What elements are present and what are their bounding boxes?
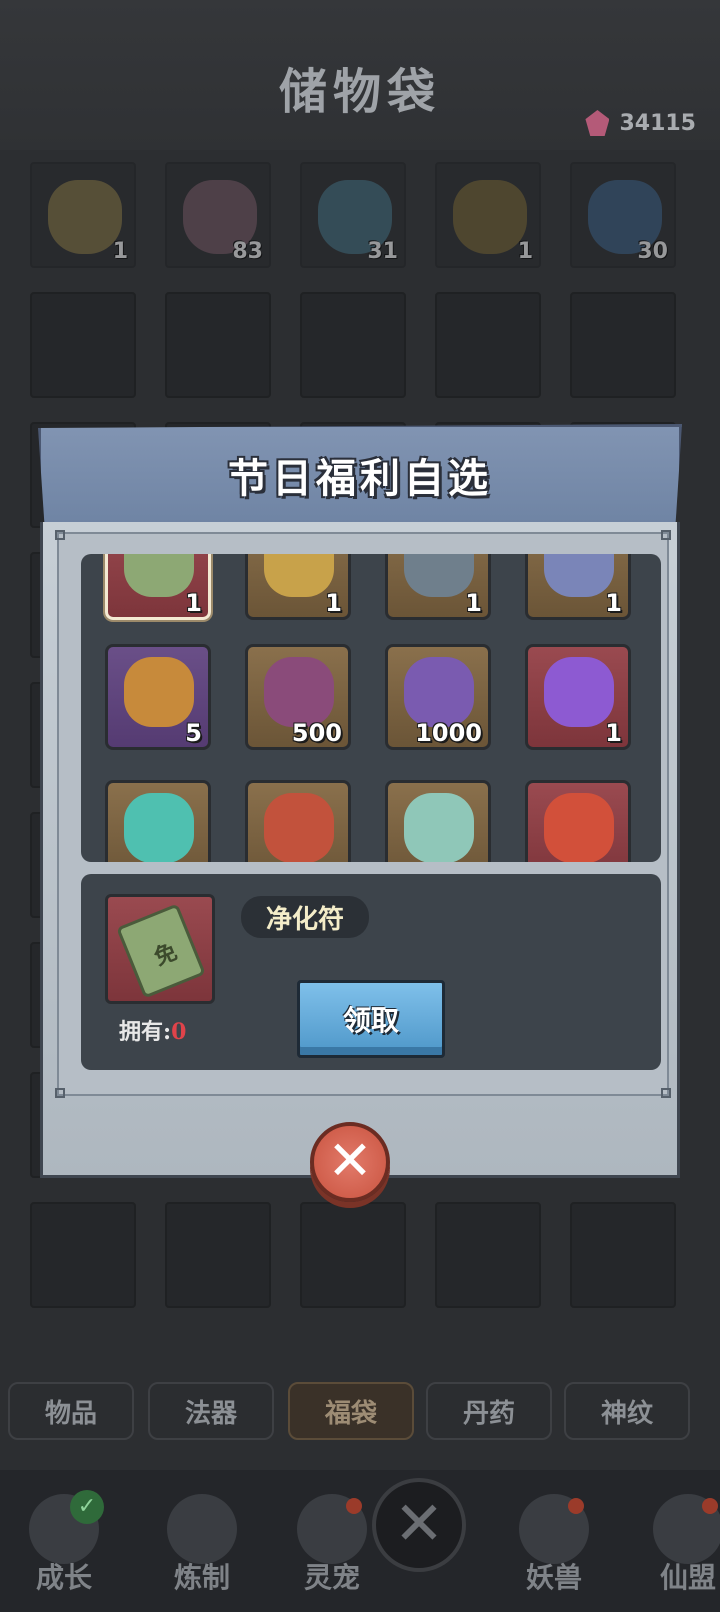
checkmark-icon: ✓ <box>70 1490 104 1524</box>
loot-bag-icon <box>124 657 194 727</box>
purify-talisman-icon <box>124 554 194 597</box>
notification-dot-icon <box>702 1498 718 1514</box>
reward-item[interactable] <box>385 780 491 862</box>
spear-icon <box>404 554 474 597</box>
reward-item[interactable]: 1000 <box>385 644 491 750</box>
reward-count: 1 <box>605 589 622 617</box>
reward-count: 500 <box>291 719 342 747</box>
bag-icon <box>453 180 527 254</box>
currency-display: 34115 <box>585 108 696 138</box>
empty-slot[interactable] <box>570 1202 676 1308</box>
category-tab[interactable]: 神纹 <box>564 1382 690 1440</box>
nav-label: 炼制 <box>173 1561 230 1594</box>
corner-ornament <box>661 1088 671 1098</box>
spirit-pill-icon <box>404 657 474 727</box>
bag-slot[interactable]: 30 <box>570 162 676 268</box>
nav-label: 仙盟 <box>659 1561 716 1594</box>
owned-label: 拥有: <box>119 1019 172 1045</box>
empty-slot[interactable] <box>300 1202 406 1308</box>
yin-yang-mirror-icon <box>264 554 334 597</box>
empty-slot[interactable] <box>165 292 271 398</box>
bottom-nav: ✕ 成长 ✓ 炼制 灵宠 妖兽 仙盟 <box>0 1470 720 1612</box>
reward-item[interactable]: 1 <box>105 554 211 620</box>
nav-item[interactable]: 灵宠 <box>282 1486 382 1606</box>
armor-icon <box>544 554 614 597</box>
bag-count: 1 <box>112 239 128 264</box>
empty-slot[interactable] <box>30 292 136 398</box>
phoenix-portrait-icon <box>544 793 614 862</box>
empty-slot[interactable] <box>30 1202 136 1308</box>
empty-slot[interactable] <box>570 292 676 398</box>
selected-item-icon: 免 <box>105 894 215 1004</box>
nav-item[interactable]: 妖兽 <box>504 1486 604 1606</box>
corner-ornament <box>661 530 671 540</box>
reward-count: 1 <box>465 589 482 617</box>
reward-count: 5 <box>185 719 202 747</box>
bag-count: 31 <box>367 239 398 264</box>
selected-item-name: 净化符 <box>241 896 369 938</box>
bag-count: 30 <box>637 239 668 264</box>
category-tabs: 物品 法器 福袋 丹药 神纹 <box>8 1382 712 1442</box>
bag-icon <box>48 180 122 254</box>
reward-item[interactable]: 5 <box>105 644 211 750</box>
bag-slot[interactable]: 83 <box>165 162 271 268</box>
nav-label: 灵宠 <box>303 1561 360 1594</box>
purple-token-icon <box>544 657 614 727</box>
empty-slot[interactable] <box>435 1202 541 1308</box>
bag-slot[interactable]: 31 <box>300 162 406 268</box>
reward-count: 1 <box>185 589 202 617</box>
nav-item[interactable]: 成长 ✓ <box>14 1486 114 1606</box>
bag-slot[interactable]: 1 <box>30 162 136 268</box>
dragon-portrait-icon <box>264 793 334 862</box>
reward-item[interactable]: 500 <box>245 644 351 750</box>
empty-slot[interactable] <box>300 292 406 398</box>
dialog-frame: 1 1 1 1 5 500 1000 1 免 拥有:0 净化符 领取 <box>55 530 671 1098</box>
reward-item[interactable] <box>245 780 351 862</box>
nav-item[interactable]: 仙盟 <box>638 1486 720 1606</box>
dialog-body: 1 1 1 1 5 500 1000 1 免 拥有:0 净化符 领取 <box>40 522 680 1178</box>
close-dialog-button[interactable]: ✕ <box>310 1122 390 1202</box>
reward-grid[interactable]: 1 1 1 1 5 500 1000 1 <box>81 554 661 862</box>
notification-dot-icon <box>568 1498 584 1514</box>
currency-value: 34115 <box>619 110 696 136</box>
category-tab[interactable]: 福袋 <box>288 1382 414 1440</box>
nav-label: 妖兽 <box>525 1561 582 1594</box>
empty-slot[interactable] <box>165 1202 271 1308</box>
reward-item[interactable]: 1 <box>525 554 631 620</box>
reward-item[interactable] <box>105 780 211 862</box>
bag-slot[interactable]: 1 <box>435 162 541 268</box>
notification-dot-icon <box>346 1498 362 1514</box>
nav-icon <box>167 1494 237 1564</box>
fairy-portrait-icon <box>404 793 474 862</box>
reward-count: 1 <box>325 589 342 617</box>
bag-count: 1 <box>517 239 533 264</box>
category-tab[interactable]: 丹药 <box>426 1382 552 1440</box>
corner-ornament <box>55 530 65 540</box>
nav-close-icon[interactable]: ✕ <box>372 1478 466 1572</box>
festival-reward-dialog: 节日福利自选 1 1 1 1 5 500 1000 1 免 拥有:0 净化符 领取 <box>38 424 682 1180</box>
owned-value: 0 <box>171 1019 187 1045</box>
category-tab[interactable]: 法器 <box>148 1382 274 1440</box>
nav-label: 成长 <box>35 1561 92 1594</box>
spirit-bag-icon <box>264 657 334 727</box>
empty-slot[interactable] <box>435 292 541 398</box>
dialog-title: 节日福利自选 <box>228 455 492 502</box>
reward-count: 1000 <box>415 719 482 747</box>
category-tab[interactable]: 物品 <box>8 1382 134 1440</box>
reward-detail-panel: 免 拥有:0 净化符 领取 <box>81 874 661 1070</box>
owned-count: 拥有:0 <box>119 1014 186 1046</box>
jade-crystal-icon <box>124 793 194 862</box>
reward-item[interactable]: 1 <box>525 644 631 750</box>
reward-item[interactable] <box>525 780 631 862</box>
bag-count: 83 <box>232 239 263 264</box>
reward-item[interactable]: 1 <box>245 554 351 620</box>
gem-icon <box>585 110 610 136</box>
reward-item[interactable]: 1 <box>385 554 491 620</box>
reward-count: 1 <box>605 719 622 747</box>
corner-ornament <box>55 1088 65 1098</box>
claim-button[interactable]: 领取 <box>297 980 445 1058</box>
nav-item[interactable]: 炼制 <box>152 1486 252 1606</box>
